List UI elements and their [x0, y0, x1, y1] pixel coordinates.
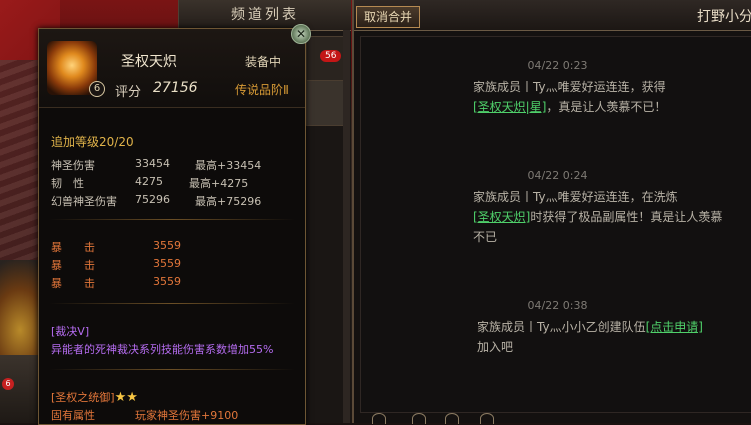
- extra-stat-name: 暴 击: [51, 277, 95, 290]
- message-text: 家族成员丨Ty灬唯爱好运连连，获得: [473, 80, 666, 94]
- extra-stat-name: 暴 击: [51, 259, 95, 272]
- item-link[interactable]: [圣权天炽]: [473, 210, 530, 224]
- set-title: [圣权之统御]★★: [51, 389, 138, 405]
- team-apply-link[interactable]: [点击申请]: [646, 320, 703, 334]
- tooltip-header: 6 圣权天炽 装备中 评分 27156 传说品阶Ⅱ: [39, 29, 305, 108]
- inherent-label: 固有属性: [51, 409, 95, 422]
- score-label: 评分: [115, 85, 142, 100]
- emoji-icon[interactable]: [372, 413, 386, 424]
- message-text: 加入吧: [477, 340, 514, 354]
- score-value: 27156: [153, 80, 198, 96]
- stat-value: 33454: [135, 157, 170, 170]
- stat-max: 最高+75296: [195, 195, 262, 208]
- message-text: 家族成员丨Ty灬小小乙创建队伍: [477, 320, 646, 334]
- set-name: [圣权之统御]: [51, 391, 115, 404]
- channel-scrollbar[interactable]: [343, 30, 350, 423]
- divider: [49, 303, 295, 304]
- stat-max: 最高+33454: [195, 159, 262, 172]
- chat-message-area[interactable]: 04/22 0:23 家族成员丨Ty灬唯爱好运连连，获得 [圣权天炽|星]，真是…: [360, 36, 751, 413]
- channel-list-title: 频道列表: [179, 0, 351, 31]
- item-level-badge: 6: [89, 81, 105, 97]
- location-icon[interactable]: [480, 413, 494, 424]
- extra-stat-value: 3559: [153, 239, 181, 252]
- chat-header: 取消合并 打野小分: [354, 0, 751, 31]
- divider: [49, 369, 295, 370]
- message-text: ，真是让人羡慕不已！: [546, 100, 667, 114]
- item-grade: 传说品阶Ⅱ: [235, 83, 289, 97]
- stat-name: 韧 性: [51, 177, 84, 190]
- cancel-merge-button[interactable]: 取消合并: [356, 6, 420, 28]
- item-tooltip: 6 圣权天炽 装备中 评分 27156 传说品阶Ⅱ ✕ 追加等级20/20 神圣…: [38, 24, 311, 425]
- stat-value: 4275: [135, 175, 163, 188]
- extra-stat-value: 3559: [153, 257, 181, 270]
- message-timestamp: 04/22 0:24: [527, 169, 588, 182]
- inherent-value: 玩家神圣伤害+9100: [135, 409, 239, 422]
- star-rating-icon: ★★: [114, 390, 138, 405]
- message-timestamp: 04/22 0:23: [527, 59, 588, 72]
- stat-value: 75296: [135, 193, 170, 206]
- chat-panel: 取消合并 打野小分 04/22 0:23 家族成员丨Ty灬唯爱好运连连，获得 […: [352, 0, 751, 423]
- item-link[interactable]: [圣权天炽|星]: [473, 100, 546, 114]
- equipped-status: 装备中: [245, 55, 282, 69]
- message-timestamp: 04/22 0:38: [527, 299, 588, 312]
- stat-name: 幻兽神圣伤害: [51, 195, 117, 208]
- enhance-level: 追加等级20/20: [51, 135, 134, 149]
- chat-message: 家族成员丨Ty灬唯爱好运连连，获得 [圣权天炽|星]，真是让人羡慕不已！: [473, 77, 723, 117]
- unread-count-badge: 56: [320, 50, 342, 62]
- chat-message: 家族成员丨Ty灬小小乙创建队伍[点击申请] 加入吧: [477, 317, 727, 357]
- item-name: 圣权天炽: [121, 54, 177, 70]
- stat-max: 最高+4275: [189, 177, 249, 190]
- message-text: 家族成员丨Ty灬唯爱好运连连，在洗炼: [473, 190, 678, 204]
- item-icon[interactable]: [445, 413, 459, 424]
- divider: [49, 219, 295, 220]
- chat-title: 打野小分: [697, 9, 751, 25]
- chat-message: 家族成员丨Ty灬唯爱好运连连，在洗炼 [圣权天炽]时获得了极品副属性！真是让人羡…: [473, 187, 723, 247]
- extra-stat-name: 暴 击: [51, 241, 95, 254]
- close-icon[interactable]: ✕: [291, 24, 311, 44]
- skill-title: [裁决Ⅴ]: [51, 325, 90, 338]
- voice-icon[interactable]: [412, 413, 426, 424]
- channel-item-selected[interactable]: [306, 80, 346, 126]
- avatar-level-badge: 6: [2, 378, 14, 390]
- extra-stat-value: 3559: [153, 275, 181, 288]
- stat-name: 神圣伤害: [51, 159, 95, 172]
- skill-description: 异能者的死神裁决系列技能伤害系数增加55%: [51, 343, 274, 356]
